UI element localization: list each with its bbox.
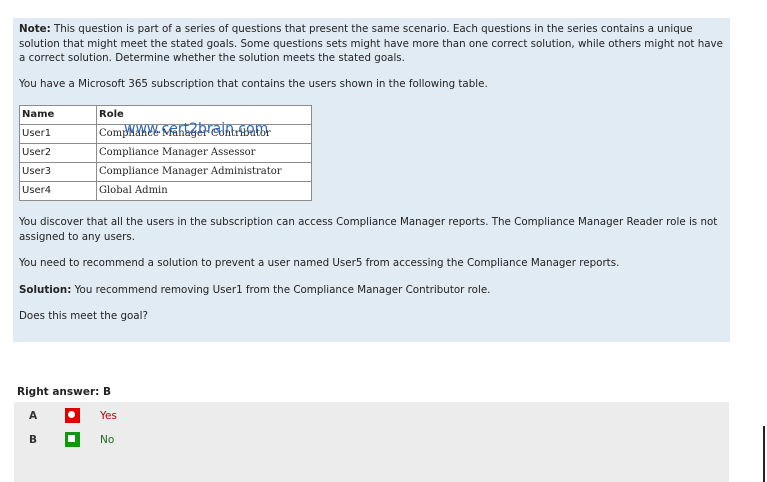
option-b[interactable]: B No	[14, 432, 214, 450]
need-paragraph: You need to recommend a solution to prev…	[19, 257, 620, 269]
cell-name: User3	[19, 162, 97, 182]
option-letter: B	[29, 434, 38, 446]
note-paragraph: Note: This question is part of a series …	[19, 22, 724, 66]
correct-marker-icon	[65, 432, 80, 447]
table-row: User4 Global Admin	[19, 181, 312, 201]
question-panel: Note: This question is part of a series …	[13, 18, 730, 342]
right-answer-label: Right answer: B	[17, 386, 112, 398]
options-panel: A Yes B No	[14, 402, 729, 482]
cell-name: User1	[19, 124, 97, 144]
note-label: Note:	[19, 23, 51, 35]
option-text: Yes	[100, 410, 117, 422]
cell-name: User2	[19, 143, 97, 163]
solution-label: Solution:	[19, 283, 72, 296]
cell-name: User4	[19, 181, 97, 201]
users-table: Name Role User1 Compliance Manager Contr…	[19, 105, 312, 201]
solution-paragraph: Solution: You recommend removing User1 f…	[19, 283, 724, 298]
solution-text: You recommend removing User1 from the Co…	[71, 283, 491, 296]
option-a[interactable]: A Yes	[14, 408, 214, 426]
cell-role: Compliance Manager Assessor	[96, 143, 312, 163]
cell-role: Global Admin	[96, 181, 312, 201]
table-row: User2 Compliance Manager Assessor	[19, 143, 312, 163]
intro-paragraph: You have a Microsoft 365 subscription th…	[19, 77, 488, 90]
header-name: Name	[19, 105, 97, 125]
wrong-marker-icon	[65, 408, 80, 423]
discover-paragraph: You discover that all the users in the s…	[19, 216, 718, 243]
option-text: No	[100, 434, 115, 446]
ask-paragraph: Does this meet the goal?	[19, 310, 148, 322]
watermark: www.cert2brain.com	[124, 121, 269, 137]
edge-divider	[763, 426, 765, 482]
table-row: User3 Compliance Manager Administrator	[19, 162, 312, 182]
cell-role: Compliance Manager Administrator	[96, 162, 312, 182]
option-letter: A	[29, 410, 38, 422]
note-text: This question is part of a series of que…	[19, 23, 723, 64]
